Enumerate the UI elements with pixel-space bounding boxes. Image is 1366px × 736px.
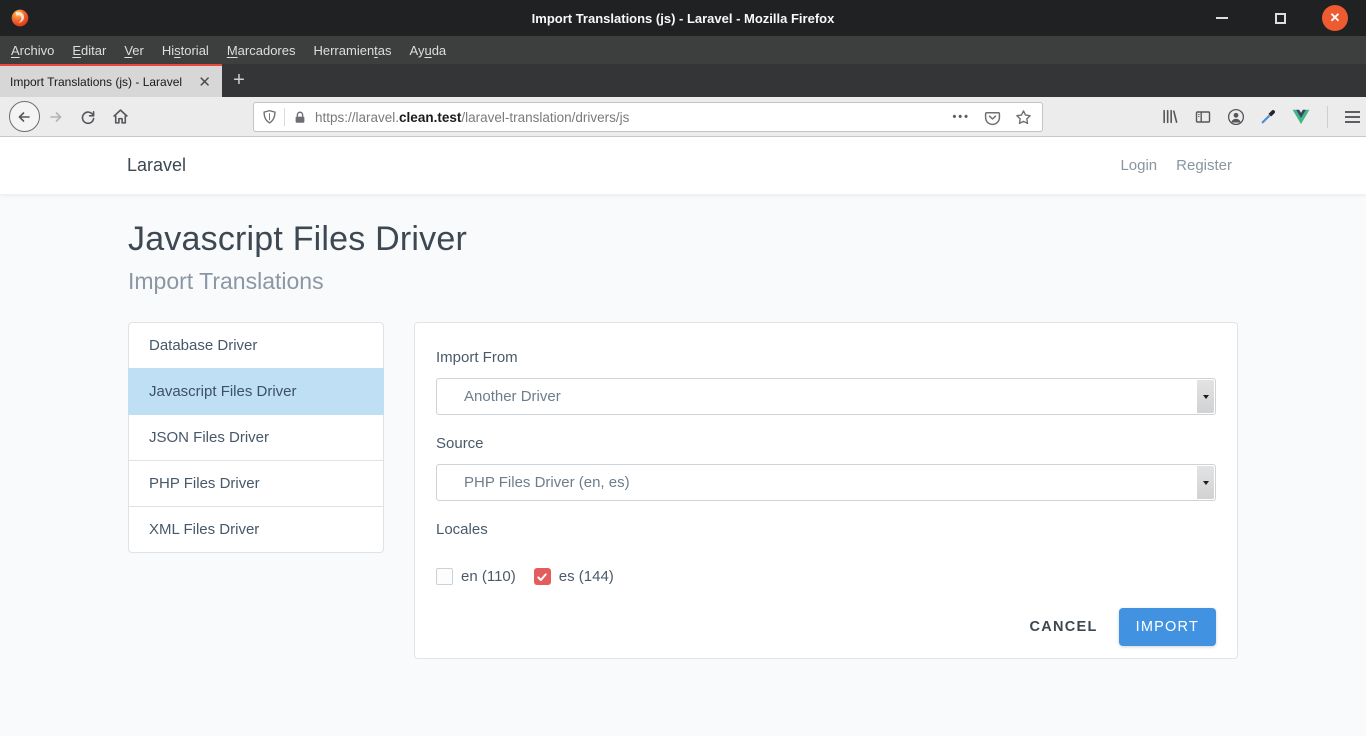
site-navbar: Laravel Login Register (0, 137, 1366, 194)
locales-row: en (110) es (144) (436, 568, 1216, 585)
tab-close-icon[interactable]: ✕ (195, 73, 214, 91)
page-actions-icon[interactable]: ••• (952, 111, 970, 123)
tab-title: Import Translations (js) - Laravel (10, 75, 195, 89)
driver-list: Database Driver Javascript Files Driver … (128, 322, 384, 659)
checkbox-es[interactable] (534, 568, 551, 585)
navigation-toolbar: https://laravel.clean.test/laravel-trans… (0, 97, 1366, 137)
url-bar[interactable]: https://laravel.clean.test/laravel-trans… (253, 102, 1043, 132)
import-from-label: Import From (436, 349, 1216, 366)
pocket-icon[interactable] (984, 109, 1001, 126)
new-tab-button[interactable]: + (222, 64, 256, 97)
lock-icon (293, 110, 307, 125)
select-dropdown-strip[interactable] (1197, 380, 1214, 413)
sidebar-item-xml-files-driver[interactable]: XML Files Driver (128, 506, 384, 553)
sidebar-toggle-icon[interactable] (1194, 109, 1212, 125)
app-menu-icon[interactable] (1345, 111, 1360, 123)
firefox-icon (10, 8, 30, 28)
page-content: Laravel Login Register Javascript Files … (0, 137, 1366, 736)
chevron-down-icon (1203, 395, 1209, 399)
sidebar-item-javascript-files-driver[interactable]: Javascript Files Driver (128, 368, 384, 415)
page-subtitle: Import Translations (128, 268, 1238, 295)
locale-option-es[interactable]: es (144) (534, 568, 614, 585)
eyedropper-icon[interactable] (1260, 108, 1277, 125)
window-maximize-button[interactable] (1264, 2, 1296, 34)
window-titlebar: Import Translations (js) - Laravel - Moz… (0, 0, 1366, 36)
browser-tab-active[interactable]: Import Translations (js) - Laravel ✕ (0, 64, 222, 97)
login-link[interactable]: Login (1120, 157, 1157, 174)
forward-button[interactable] (40, 101, 72, 133)
brand-link[interactable]: Laravel (127, 155, 186, 176)
chevron-down-icon (1203, 481, 1209, 485)
import-button[interactable]: IMPORT (1119, 608, 1216, 646)
menu-historial[interactable]: Historial (153, 36, 218, 64)
vue-devtools-icon[interactable] (1292, 109, 1310, 125)
sidebar-item-json-files-driver[interactable]: JSON Files Driver (128, 414, 384, 461)
menu-ayuda[interactable]: Ayuda (401, 36, 456, 64)
urlbar-separator (284, 108, 285, 126)
locale-es-label: es (144) (559, 568, 614, 585)
select-dropdown-strip[interactable] (1197, 466, 1214, 499)
home-button[interactable] (104, 101, 136, 133)
toolbar-separator (1327, 106, 1328, 128)
close-icon: ✕ (1330, 10, 1341, 26)
window-close-button[interactable]: ✕ (1322, 5, 1348, 31)
window-minimize-button[interactable] (1206, 2, 1238, 34)
maximize-icon (1275, 13, 1286, 24)
reload-button[interactable] (72, 101, 104, 133)
url-text: https://laravel.clean.test/laravel-trans… (315, 110, 952, 125)
menu-editar[interactable]: Editar (63, 36, 115, 64)
source-label: Source (436, 435, 1216, 452)
library-icon[interactable] (1161, 108, 1179, 125)
sidebar-item-php-files-driver[interactable]: PHP Files Driver (128, 460, 384, 507)
source-select[interactable]: PHP Files Driver (en, es) (436, 464, 1216, 501)
locales-label: Locales (436, 521, 1216, 538)
bookmark-star-icon[interactable] (1015, 109, 1032, 126)
forward-icon (48, 109, 64, 125)
card-actions: CANCEL IMPORT (436, 608, 1216, 646)
reload-icon (80, 109, 96, 125)
checkbox-en[interactable] (436, 568, 453, 585)
sidebar-item-database-driver[interactable]: Database Driver (128, 322, 384, 369)
menu-bar: Archivo Editar Ver Historial Marcadores … (0, 36, 1366, 64)
cancel-button[interactable]: CANCEL (1025, 611, 1101, 643)
minimize-icon (1216, 17, 1228, 19)
back-icon (9, 101, 40, 132)
tracking-shield-icon (262, 109, 277, 125)
menu-herramientas[interactable]: Herramientas (304, 36, 400, 64)
back-button[interactable] (8, 101, 40, 133)
menu-marcadores[interactable]: Marcadores (218, 36, 305, 64)
check-icon (536, 571, 548, 583)
register-link[interactable]: Register (1176, 157, 1232, 174)
account-icon[interactable] (1227, 108, 1245, 126)
home-icon (112, 108, 129, 125)
page-title: Javascript Files Driver (128, 220, 1238, 259)
source-value: PHP Files Driver (en, es) (464, 474, 630, 491)
tab-bar: Import Translations (js) - Laravel ✕ + (0, 64, 1366, 97)
locale-en-label: en (110) (461, 568, 516, 585)
import-from-select[interactable]: Another Driver (436, 378, 1216, 415)
import-from-value: Another Driver (464, 388, 561, 405)
locale-option-en[interactable]: en (110) (436, 568, 516, 585)
window-title: Import Translations (js) - Laravel - Moz… (0, 11, 1366, 26)
import-card: Import From Another Driver Source PHP Fi… (414, 322, 1238, 659)
menu-archivo[interactable]: Archivo (2, 36, 63, 64)
menu-ver[interactable]: Ver (115, 36, 153, 64)
